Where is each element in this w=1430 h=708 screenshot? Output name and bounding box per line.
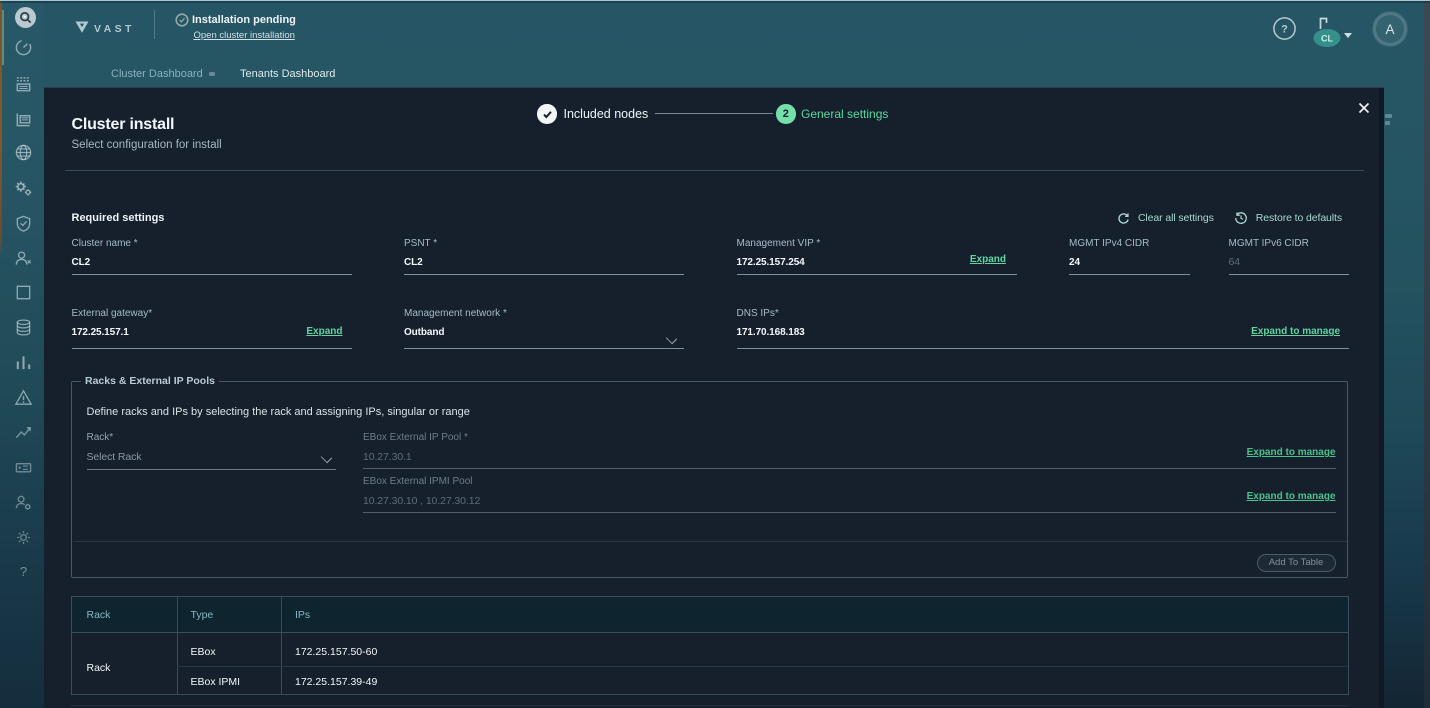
svg-text:VAST: VAST	[94, 23, 135, 34]
svg-text:?: ?	[1281, 24, 1288, 36]
svg-text:CL: CL	[1321, 34, 1333, 44]
